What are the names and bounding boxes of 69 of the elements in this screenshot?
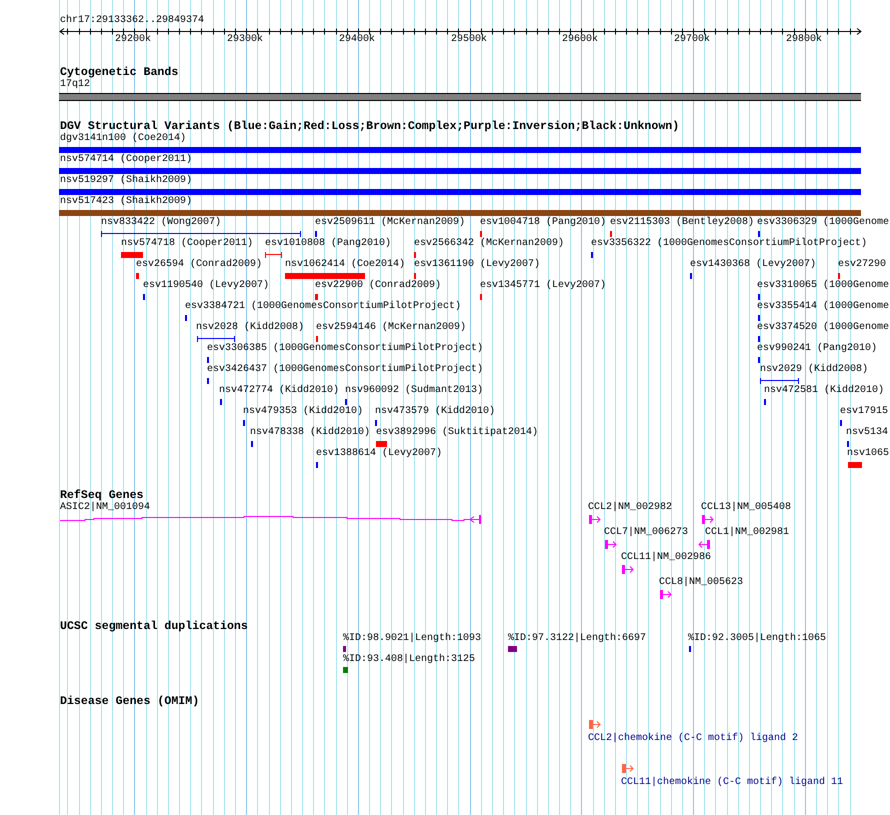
variant-label: nsv1062414 (Coe2014) <box>285 259 406 271</box>
variant-label: nsv2028 (Kidd2008) <box>196 322 304 334</box>
variant-label: esv2115303 (Bentley2008) <box>610 217 754 229</box>
band-label: 17q12 <box>60 79 90 91</box>
tick-label: 29200k <box>115 34 152 46</box>
variant-label: esv3306329 (1000Genome <box>757 217 890 229</box>
variant-label: nsv478338 (Kidd2010) <box>250 427 370 439</box>
variant-label: esv3384721 (1000GenomesConsortiumPilotProject) <box>185 301 462 313</box>
variant-label: nsv2029 (Kidd2008) <box>760 364 868 376</box>
variant-label: esv3374520 (1000Genome <box>757 322 890 334</box>
gene-label: ASIC2|NM_001094 <box>60 502 150 514</box>
gene-label: CCL1|NM_002981 <box>705 527 790 539</box>
tick-label: 29800k <box>786 34 822 46</box>
variant-label: esv27290 <box>838 259 886 271</box>
variant-label: esv1388614 (Levy2007) <box>316 448 442 460</box>
duplication-label: %ID:93.408|Length:3125 <box>343 654 476 666</box>
tick-label: 29300k <box>227 34 264 46</box>
variant-label: nsv1065 <box>847 448 890 460</box>
variant-label: esv2566342 (McKernan2009) <box>414 238 564 250</box>
variant-label: esv26594 (Conrad2009) <box>136 259 262 271</box>
variant-label: nsv472774 (Kidd2010) <box>219 385 340 397</box>
track-title: RefSeq Genes <box>60 489 144 502</box>
variant-label: nsv574714 (Cooper2011) <box>60 154 192 166</box>
variant-label: esv1010808 (Pang2010) <box>265 238 392 250</box>
tick-label: 29600k <box>562 34 598 46</box>
variant-label: nsv519297 (Shaikh2009) <box>60 175 192 187</box>
variant-label: esv3356322 (1000GenomesConsortiumPilotProject) <box>591 238 868 250</box>
duplication-label: %ID:92.3005|Length:1065 <box>688 633 826 645</box>
variant-label: dgv3141n100 (Coe2014) <box>60 133 186 145</box>
variant-label: esv3310065 (1000Genome <box>757 280 890 292</box>
variant-label: esv1361190 (Levy2007) <box>414 259 540 271</box>
variant-label: esv17915 <box>840 406 888 418</box>
variant-label: esv2509611 (McKernan2009) <box>315 217 466 229</box>
variant-label: esv1004718 (Pang2010) <box>480 217 606 229</box>
gene-label: CCL2|NM_002982 <box>588 502 672 514</box>
variant-label: esv3892996 (Suktitipat2014) <box>376 427 538 439</box>
variant-label: esv2594146 (McKernan2009) <box>316 322 466 334</box>
variant-label: nsv479353 (Kidd2010) <box>243 406 364 418</box>
gene-label: CCL7|NM_006273 <box>604 527 688 539</box>
variant-label: esv990241 (Pang2010) <box>757 343 878 355</box>
variant-label: esv1430368 (Levy2007) <box>690 259 816 271</box>
gene-label: CCL13|NM_005408 <box>701 502 792 514</box>
disease-gene-label: CCL11|chemokine (C-C motif) ligand 11 <box>621 777 844 789</box>
region-label: chr17:29133362..29849374 <box>60 15 204 27</box>
variant-label: nsv472581 (Kidd2010) <box>764 385 884 397</box>
variant-label: nsv960092 (Sudmant2013) <box>345 385 484 397</box>
track-title: Disease Genes (OMIM) <box>60 695 200 708</box>
variant-label: nsv833422 (Wong2007) <box>101 217 222 229</box>
disease-gene-label: CCL2|chemokine (C-C motif) ligand 2 <box>588 733 798 745</box>
duplication-label: %ID:97.3122|Length:6697 <box>508 633 646 645</box>
variant-label: esv22900 (Conrad2009) <box>315 280 442 292</box>
variant-label: esv3426437 (1000GenomesConsortiumPilotProject) <box>207 364 484 376</box>
tick-label: 29400k <box>339 34 376 46</box>
tick-label: 29700k <box>674 34 710 46</box>
track-title: DGV Structural Variants (Blue:Gain;Red:Loss;Brown:Complex;Purple:Inversion;Black:Unknown) <box>60 120 680 133</box>
track-title: Cytogenetic Bands <box>60 66 178 79</box>
variant-label: esv1345771 (Levy2007) <box>480 280 606 292</box>
variant-label: esv3355414 (1000Genome <box>757 301 890 313</box>
variant-label: esv3306385 (1000GenomesConsortiumPilotProject) <box>207 343 484 355</box>
variant-label: nsv473579 (Kidd2010) <box>375 406 496 418</box>
gene-label: CCL8|NM_005623 <box>659 577 744 589</box>
variant-label: nsv5134 <box>846 427 888 439</box>
variant-label: nsv574718 (Cooper2011) <box>121 238 254 250</box>
track-title: UCSC segmental duplications <box>60 620 248 633</box>
variant-label: esv1190540 (Levy2007) <box>143 280 270 292</box>
gene-label: CCL11|NM_002986 <box>621 552 712 564</box>
duplication-label: %ID:98.9021|Length:1093 <box>343 633 482 645</box>
tick-label: 29500k <box>451 34 488 46</box>
variant-label: nsv517423 (Shaikh2009) <box>60 196 192 208</box>
